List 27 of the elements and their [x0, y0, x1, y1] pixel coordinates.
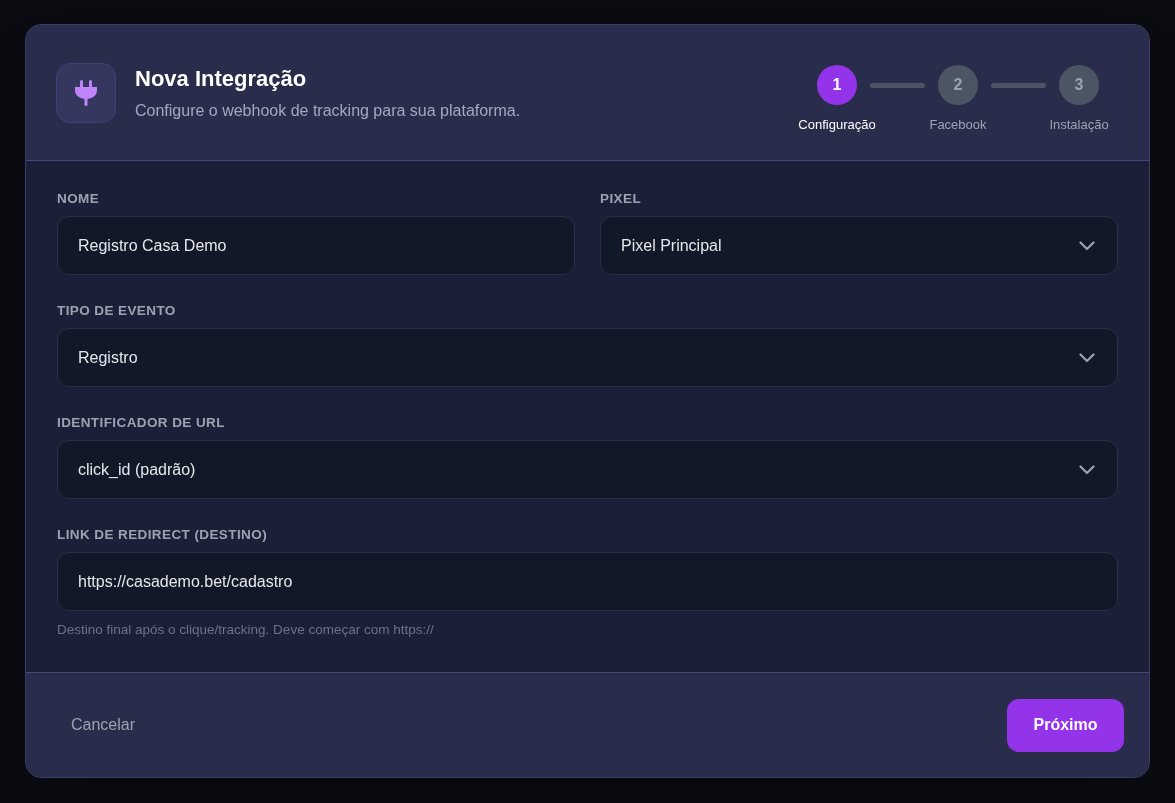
plug-icon: [56, 62, 116, 123]
chevron-down-icon: [1079, 352, 1095, 363]
step-connector: [870, 82, 925, 88]
step-label: Configuração: [798, 116, 876, 133]
field-label: IDENTIFICADOR DE URL: [57, 415, 226, 431]
step-connector: [991, 82, 1046, 88]
cancel-button[interactable]: Cancelar: [57, 703, 150, 747]
select-field[interactable]: click_id (padrão): [57, 440, 1118, 499]
chevron-down-icon: [1079, 464, 1095, 475]
step-number: 3: [1059, 64, 1099, 105]
field-label: TIPO DE EVENTO: [57, 303, 177, 319]
dialog-title: Nova Integração: [135, 64, 308, 93]
select-field[interactable]: Pixel Principal: [600, 216, 1118, 275]
step-label: Facebook: [929, 116, 987, 133]
chevron-down-icon: [1079, 240, 1095, 251]
step-label: Instalação: [1049, 116, 1109, 133]
field-label: LINK DE REDIRECT (DESTINO): [57, 527, 269, 543]
field-hint: Destino final após o clique/tracking. Deve começar com https://: [57, 622, 435, 638]
step-number: 2: [938, 64, 978, 105]
field-label: PIXEL: [600, 191, 643, 207]
field-label: NOME: [57, 191, 101, 207]
text-field[interactable]: Registro Casa Demo: [57, 216, 575, 275]
dialog-subtitle: Configure o webhook de tracking para sua plataforma.: [135, 100, 521, 121]
text-field[interactable]: https://casademo.bet/cadastro: [57, 552, 1118, 611]
select-field[interactable]: Registro: [57, 328, 1118, 387]
step-number: 1: [817, 64, 857, 105]
next-button[interactable]: Próximo: [1007, 698, 1124, 752]
